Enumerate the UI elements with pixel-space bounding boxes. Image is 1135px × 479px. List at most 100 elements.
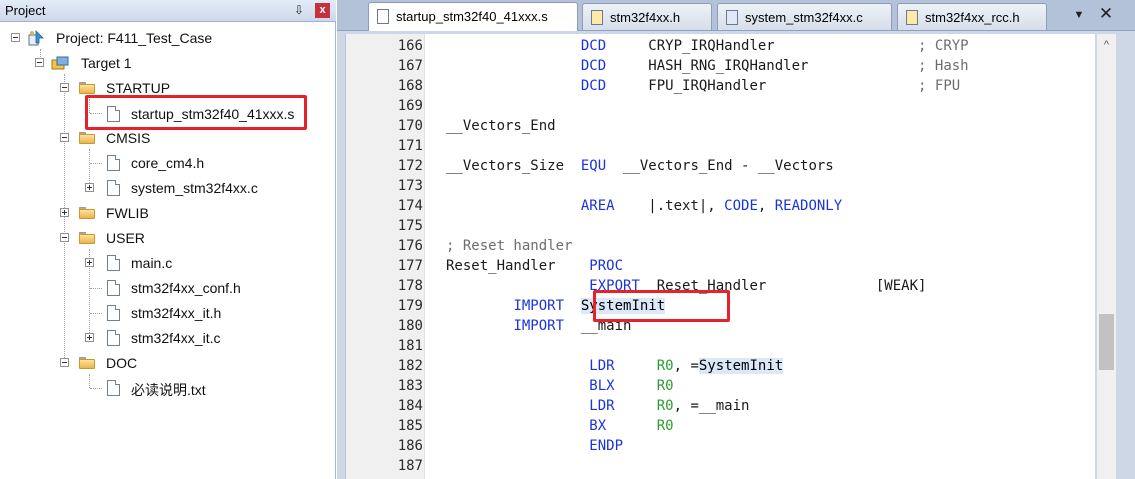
line-number: 185 (397, 418, 423, 434)
collapse-icon[interactable] (60, 133, 69, 142)
code-token: R0 (656, 398, 674, 414)
folder-icon (79, 232, 95, 244)
close-tab-icon[interactable]: ✕ (1097, 4, 1115, 24)
code-area[interactable]: DCD CRYP_IRQHandler ; CRYP DCD HASH_RNG_… (446, 34, 1096, 479)
close-pane-button[interactable]: x (315, 3, 330, 18)
code-token: , = (673, 358, 699, 374)
tree-item-it-c-file[interactable]: stm32f4xx_it.c (0, 327, 336, 349)
tab-stm32f4xx-h[interactable]: stm32f4xx.h (582, 3, 712, 30)
tab-label: stm32f4xx_rcc.h (925, 10, 1020, 25)
tree-item-readme-file[interactable]: 必读说明.txt (0, 377, 336, 399)
code-token: EQU (580, 158, 607, 174)
tab-rcc-h[interactable]: stm32f4xx_rcc.h (897, 3, 1047, 30)
tree-item-user-folder[interactable]: USER (0, 227, 336, 249)
code-token: ; Hash (918, 58, 969, 74)
editor-right-strip (1116, 31, 1135, 479)
code-token: DCD (580, 38, 607, 54)
breakpoint-margin[interactable] (424, 34, 446, 479)
tab-startup-file[interactable]: startup_stm32f40_41xxx.s (368, 2, 578, 31)
line-number: 176 (397, 238, 423, 254)
code-token: IMPORT (513, 318, 565, 334)
tree-label: STARTUP (106, 80, 171, 96)
collapse-icon[interactable] (60, 358, 69, 367)
code-token: __Vectors_End (446, 118, 556, 134)
tree-item-doc-folder[interactable]: DOC (0, 352, 336, 374)
code-line: LDR R0, =SystemInit (446, 356, 1135, 376)
tree-item-it-h-file[interactable]: stm32f4xx_it.h (0, 302, 336, 324)
code-line: __Vectors_Size EQU __Vectors_End - __Vec… (446, 156, 1135, 176)
code-line: IMPORT SystemInit (446, 296, 1135, 316)
pin-icon[interactable]: ⇩ (291, 2, 307, 18)
code-token: ; FPU (918, 78, 961, 94)
line-number: 182 (397, 358, 423, 374)
code-line: DCD CRYP_IRQHandler ; CRYP (446, 36, 1135, 56)
line-number: 183 (397, 378, 423, 394)
collapse-icon[interactable] (60, 233, 69, 242)
line-number: 172 (397, 158, 423, 174)
code-line: AREA |.text|, CODE, READONLY (446, 196, 1135, 216)
code-token: ENDP (589, 438, 624, 454)
code-token: AREA (580, 198, 615, 214)
code-token: LDR (589, 358, 615, 374)
line-number: 171 (397, 138, 423, 154)
code-token: FPU_IRQHandler (606, 78, 919, 94)
tree-label: core_cm4.h (131, 155, 205, 171)
code-token: DCD (580, 78, 607, 94)
tree-item-system-file[interactable]: system_stm32f4xx.c (0, 177, 336, 199)
tree-item-fwlib-folder[interactable]: FWLIB (0, 202, 336, 224)
code-editor[interactable]: 166 167 168 169 170 171 172 173 174 175 176 177 178 1… (345, 34, 1095, 479)
line-number: 170 (397, 118, 423, 134)
tree-label: USER (106, 230, 145, 246)
collapse-icon[interactable] (11, 33, 20, 42)
expand-icon[interactable] (85, 258, 94, 267)
code-line: ENDP (446, 436, 1135, 456)
tree-item-conf-file[interactable]: stm32f4xx_conf.h (0, 277, 336, 299)
code-line: IMPORT __main (446, 316, 1135, 336)
tree-label: 必读说明.txt (131, 382, 206, 398)
line-number: 166 (397, 38, 423, 54)
scrollbar-thumb[interactable] (1099, 314, 1114, 370)
line-number: 181 (397, 338, 423, 354)
tab-label: startup_stm32f40_41xxx.s (396, 9, 548, 24)
collapse-icon[interactable] (60, 83, 69, 92)
code-token: ; Reset handler (446, 238, 573, 254)
line-number: 187 (397, 458, 423, 474)
code-token: BX (589, 418, 607, 434)
tab-system-file[interactable]: system_stm32f4xx.c (717, 3, 892, 30)
tree-item-target[interactable]: Target 1 (0, 52, 336, 74)
tree-item-core-file[interactable]: core_cm4.h (0, 152, 336, 174)
tree-item-main-file[interactable]: main.c (0, 252, 336, 274)
tree-label: FWLIB (106, 205, 149, 221)
code-line: EXPORT Reset_Handler [WEAK] (446, 276, 1135, 296)
tab-list-dropdown-icon[interactable]: ▼ (1071, 7, 1087, 23)
code-token: PROC (589, 258, 624, 274)
code-line: DCD FPU_IRQHandler ; FPU (446, 76, 1135, 96)
code-token: CODE (724, 198, 758, 214)
tree-item-cmsis-folder[interactable]: CMSIS (0, 127, 336, 149)
expand-icon[interactable] (60, 208, 69, 217)
file-icon (107, 255, 120, 271)
scroll-up-icon[interactable]: ^ (1097, 38, 1116, 52)
code-token: IMPORT (513, 298, 565, 314)
project-icon (28, 30, 44, 46)
expand-icon[interactable] (85, 183, 94, 192)
collapse-icon[interactable] (35, 58, 44, 67)
file-icon (906, 10, 918, 25)
tree-item-project[interactable]: Project: F411_Test_Case (0, 27, 336, 49)
vertical-scrollbar[interactable]: ^ (1097, 34, 1116, 479)
line-number: 180 (397, 318, 423, 334)
expand-icon[interactable] (85, 333, 94, 342)
line-number: 169 (397, 98, 423, 114)
